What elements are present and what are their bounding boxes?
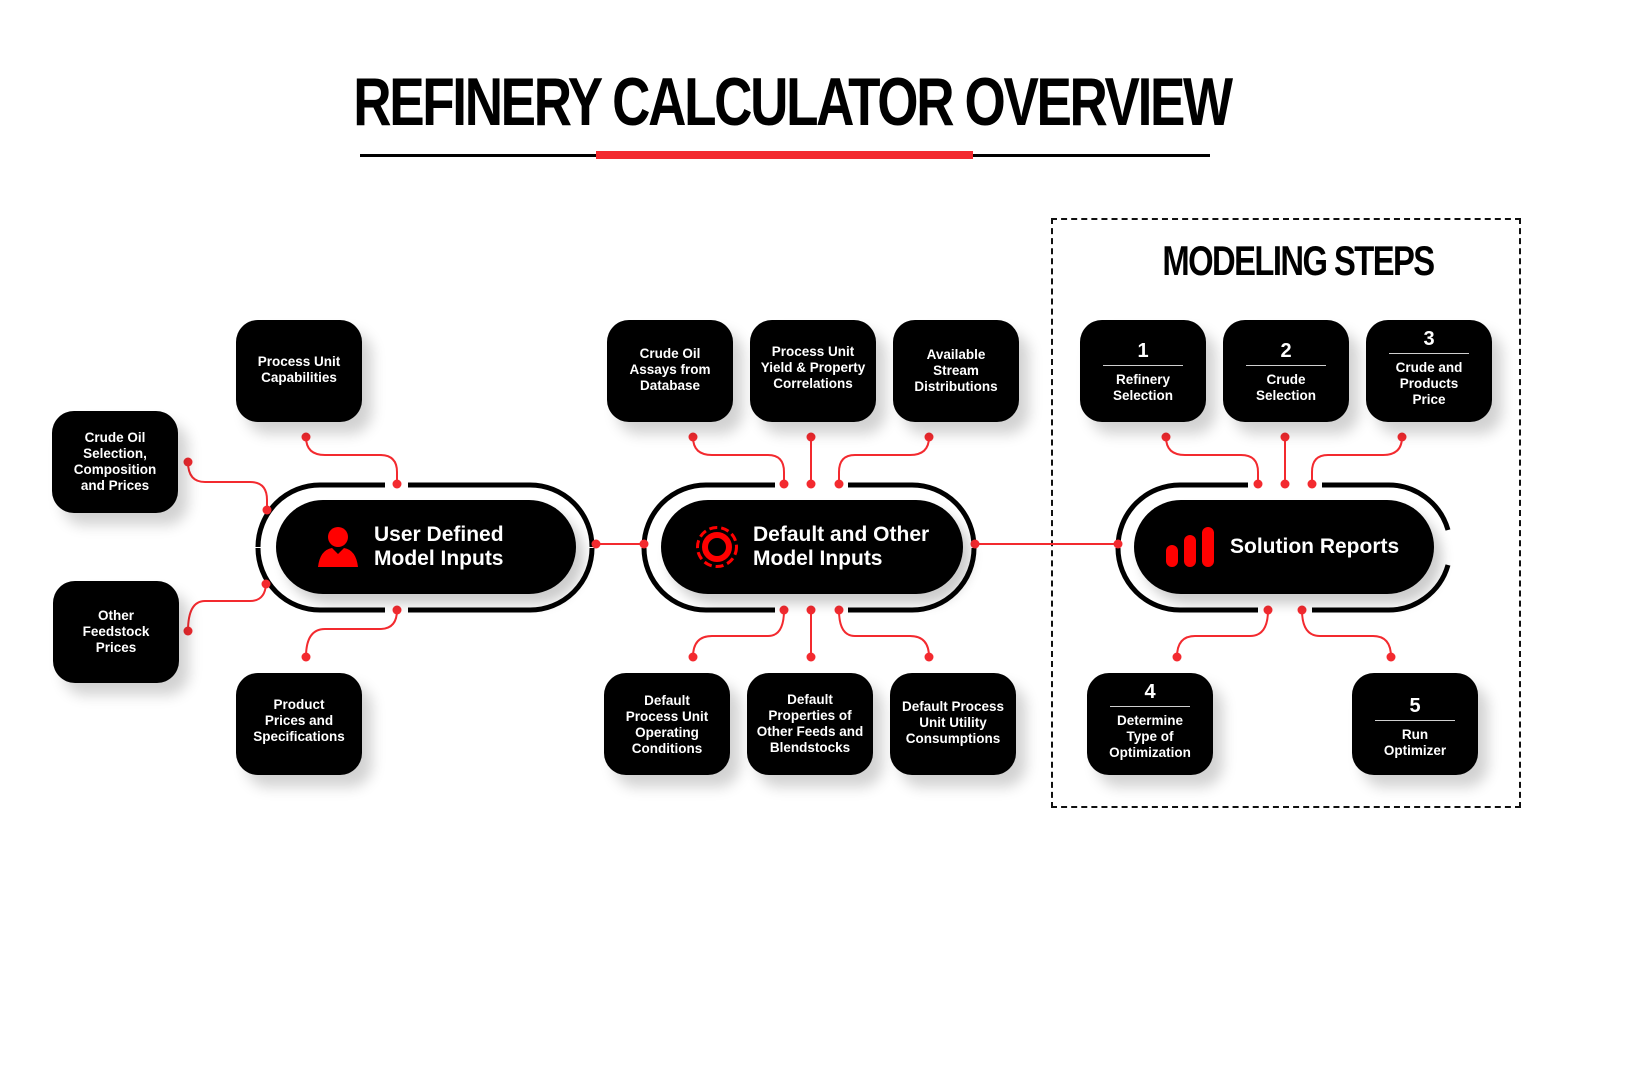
card-available-stream[interactable]: Available Stream Distributions	[893, 320, 1019, 422]
wire-assays	[692, 436, 785, 484]
connector-dot	[262, 505, 272, 515]
card-default-properties[interactable]: Default Properties of Other Feeds and Bl…	[747, 673, 873, 775]
step-card-1[interactable]: 1 Refinery Selection	[1080, 320, 1206, 422]
connector-dot	[1397, 432, 1407, 442]
connector-dot	[1297, 605, 1307, 615]
connector-dot	[1161, 432, 1171, 442]
card-crude-oil-assays[interactable]: Crude Oil Assays from Database	[607, 320, 733, 422]
connector-dot	[1172, 652, 1182, 662]
connector-dot	[183, 457, 193, 467]
wire-operating	[692, 609, 785, 658]
step-label: Crude Selection	[1255, 372, 1317, 403]
card-label: Default Process Unit Utility Consumption…	[901, 699, 1005, 746]
connector-dot	[639, 539, 649, 549]
step-divider	[1110, 706, 1190, 707]
connector-dot	[591, 539, 601, 549]
step-card-4[interactable]: 4 Determine Type of Optimization	[1087, 673, 1213, 775]
connector-dot	[806, 652, 816, 662]
gear-ring-icon	[695, 525, 739, 569]
card-label: Crude Oil Selection, Composition and Pri…	[73, 430, 157, 493]
connector-dot	[183, 626, 193, 636]
connector-dot	[261, 579, 271, 589]
step-divider	[1103, 365, 1183, 366]
wire-other-feedstock	[187, 583, 267, 632]
wire-step-3	[1311, 436, 1403, 484]
connector-dot	[1113, 539, 1123, 549]
bar-chart-icon	[1166, 527, 1216, 567]
card-product-prices[interactable]: Product Prices and Specifications	[236, 673, 362, 775]
wire-product-prices	[305, 609, 398, 658]
card-default-utility[interactable]: Default Process Unit Utility Consumption…	[890, 673, 1016, 775]
connector-dot	[1253, 479, 1263, 489]
step-divider	[1246, 365, 1326, 366]
step-number: 3	[1423, 328, 1435, 350]
card-label: Other Feedstock Prices	[82, 608, 150, 655]
connector-dot	[1263, 605, 1273, 615]
card-default-operating-conditions[interactable]: Default Process Unit Operating Condition…	[604, 673, 730, 775]
hub-solution-reports[interactable]: Solution Reports	[1134, 500, 1434, 594]
wire-utility	[838, 609, 930, 658]
user-icon	[316, 526, 360, 568]
connector-dot	[924, 432, 934, 442]
wire-crude-oil-selection	[187, 461, 268, 510]
connector-dot	[806, 432, 816, 442]
card-label: Default Properties of Other Feeds and Bl…	[756, 692, 864, 755]
card-label: Available Stream Distributions	[914, 347, 998, 394]
connector-dot	[1386, 652, 1396, 662]
step-card-3[interactable]: 3 Crude and Products Price	[1366, 320, 1492, 422]
step-divider	[1389, 353, 1469, 354]
connector-dot	[688, 432, 698, 442]
hub-label: User Defined Model Inputs	[374, 523, 504, 570]
card-crude-oil-selection[interactable]: Crude Oil Selection, Composition and Pri…	[52, 411, 178, 513]
connector-dot	[924, 652, 934, 662]
connector-dot	[392, 605, 402, 615]
card-label: Default Process Unit Operating Condition…	[625, 693, 709, 756]
step-number: 2	[1280, 340, 1292, 362]
card-process-unit-yield[interactable]: Process Unit Yield & Property Correlatio…	[750, 320, 876, 422]
step-label: Crude and Products Price	[1395, 360, 1463, 407]
step-label: Refinery Selection	[1112, 372, 1174, 403]
wire-step-1	[1165, 436, 1259, 484]
connector-dot	[301, 652, 311, 662]
connector-dot	[779, 479, 789, 489]
connector-dot	[970, 539, 980, 549]
card-label: Crude Oil Assays from Database	[629, 346, 711, 393]
connector-dot	[1280, 432, 1290, 442]
step-card-2[interactable]: 2 Crude Selection	[1223, 320, 1349, 422]
hub-user-defined-inputs[interactable]: User Defined Model Inputs	[276, 500, 576, 594]
card-label: Process Unit Capabilities	[257, 354, 341, 385]
connector-dot	[1280, 479, 1290, 489]
hub-label: Default and Other Model Inputs	[753, 523, 930, 570]
step-number: 5	[1409, 695, 1421, 717]
connector-dot	[806, 479, 816, 489]
connector-dot	[1307, 479, 1317, 489]
connector-dot	[392, 479, 402, 489]
card-process-unit-capabilities[interactable]: Process Unit Capabilities	[236, 320, 362, 422]
card-label: Process Unit Yield & Property Correlatio…	[760, 344, 866, 391]
hub-default-other-inputs[interactable]: Default and Other Model Inputs	[661, 500, 963, 594]
step-label: Determine Type of Optimization	[1109, 713, 1191, 760]
connector-dot	[834, 479, 844, 489]
hub-label: Solution Reports	[1230, 535, 1400, 558]
wire-step-5	[1301, 609, 1392, 658]
connector-dot	[806, 605, 816, 615]
connector-dot	[301, 432, 311, 442]
wire-step-4	[1176, 609, 1269, 658]
card-label: Product Prices and Specifications	[253, 697, 345, 744]
connector-dot	[688, 652, 698, 662]
wire-stream	[838, 436, 930, 484]
step-number: 1	[1137, 340, 1149, 362]
step-number: 4	[1144, 681, 1156, 703]
connector-dot	[834, 605, 844, 615]
connector-dot	[779, 605, 789, 615]
step-label: Run Optimizer	[1383, 727, 1447, 758]
wire-process-unit-capabilities	[305, 436, 398, 484]
step-card-5[interactable]: 5 Run Optimizer	[1352, 673, 1478, 775]
step-divider	[1375, 720, 1455, 721]
card-other-feedstock-prices[interactable]: Other Feedstock Prices	[53, 581, 179, 683]
